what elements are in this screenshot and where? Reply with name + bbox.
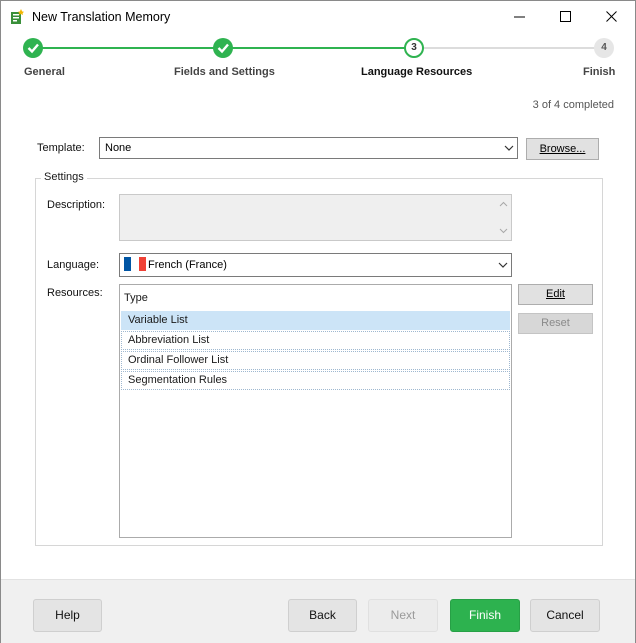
list-item[interactable]: Ordinal Follower List: [121, 351, 510, 370]
checkmark-icon: [27, 43, 39, 54]
minimize-icon: [514, 16, 525, 18]
language-label: Language:: [47, 259, 99, 271]
back-button[interactable]: Back: [288, 599, 357, 632]
template-value: None: [105, 142, 132, 154]
language-resources-page: Template: None Browse... Settings Descri…: [1, 125, 635, 579]
finish-button[interactable]: Finish: [450, 599, 520, 632]
next-button[interactable]: Next: [368, 599, 438, 632]
list-item[interactable]: Abbreviation List: [121, 331, 510, 350]
chevron-down-icon: [498, 262, 508, 268]
template-label: Template:: [37, 142, 85, 154]
close-icon: [606, 11, 617, 22]
edit-button[interactable]: Edit: [518, 284, 593, 305]
cancel-button[interactable]: Cancel: [530, 599, 600, 632]
language-dropdown[interactable]: French (France): [119, 253, 512, 277]
step-3-label: Language Resources: [361, 66, 473, 78]
description-field[interactable]: [119, 194, 512, 241]
step-4-indicator: 4: [594, 38, 614, 58]
progress-status: 3 of 4 completed: [532, 99, 614, 111]
title-bar: New Translation Memory: [1, 1, 635, 33]
wizard-header: 3 4 General Fields and Settings Language…: [1, 33, 635, 125]
resources-label: Resources:: [47, 287, 103, 299]
list-item[interactable]: Segmentation Rules: [121, 371, 510, 390]
step-2-label: Fields and Settings: [174, 66, 275, 78]
reset-button[interactable]: Reset: [518, 313, 593, 334]
checkmark-icon: [217, 43, 229, 54]
translation-memory-icon: [11, 9, 24, 24]
chevron-down-icon: [504, 145, 514, 151]
step-4-label: Finish: [583, 66, 616, 78]
step-2-indicator: [213, 38, 233, 58]
wizard-footer: Help Back Next Finish Cancel: [1, 579, 635, 643]
maximize-icon: [560, 11, 571, 22]
step-3-indicator: 3: [404, 38, 424, 58]
help-button[interactable]: Help: [33, 599, 102, 632]
edit-button-label: Edit: [546, 288, 565, 300]
browse-button-label: Browse...: [539, 143, 586, 155]
settings-group-title: Settings: [41, 171, 87, 183]
close-button[interactable]: [589, 1, 635, 33]
scroll-down-icon[interactable]: [499, 228, 508, 234]
france-flag-icon: [124, 257, 146, 271]
scroll-up-icon[interactable]: [499, 201, 508, 207]
reset-button-label: Reset: [541, 317, 570, 329]
description-label: Description:: [47, 199, 106, 211]
progress-line-remaining: [414, 47, 604, 49]
minimize-button[interactable]: [497, 1, 543, 33]
resources-list[interactable]: Type Variable List Abbreviation List Ord…: [119, 284, 512, 538]
window-title: New Translation Memory: [32, 10, 171, 24]
step-1-indicator: [23, 38, 43, 58]
step-1-label: General: [24, 66, 65, 78]
resources-column-header[interactable]: Type: [124, 292, 148, 304]
new-translation-memory-window: New Translation Memory 3 4 General Field…: [0, 0, 636, 643]
list-item[interactable]: Variable List: [121, 311, 510, 330]
browse-button[interactable]: Browse...: [526, 138, 599, 160]
template-dropdown[interactable]: None: [99, 137, 518, 159]
language-value: French (France): [148, 259, 227, 271]
maximize-button[interactable]: [543, 1, 589, 33]
